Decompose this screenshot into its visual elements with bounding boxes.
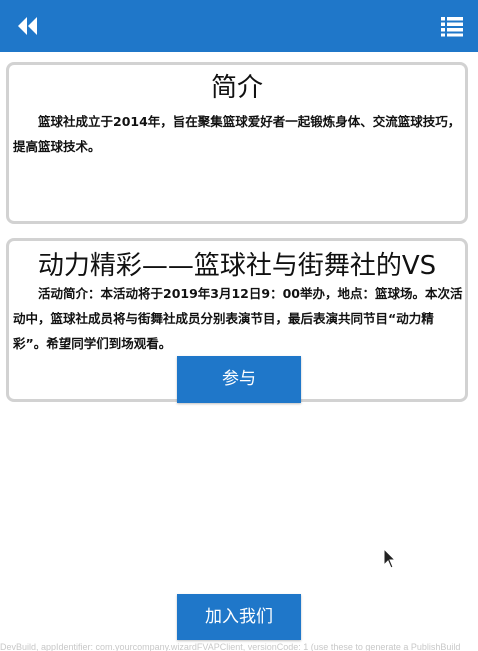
list-menu-icon (441, 17, 463, 37)
back-button[interactable] (14, 13, 42, 39)
build-info-text: DevBuild, appIdentifier: com.yourcompany… (0, 642, 461, 651)
event-description: 活动简介：本活动将于2019年3月12日9：00举办，地点：篮球场。本次活动中，… (13, 286, 463, 351)
double-chevron-left-icon (18, 17, 37, 35)
join-us-button[interactable]: 加入我们 (177, 594, 301, 640)
intro-text: 篮球社成立于2014年，旨在聚集篮球爱好者一起锻炼身体、交流篮球技巧，提高篮球技… (13, 114, 461, 154)
intro-title: 简介 (210, 73, 263, 103)
mouse-cursor-icon (383, 548, 397, 569)
menu-button[interactable] (438, 13, 466, 39)
top-app-bar (0, 0, 478, 52)
participate-button[interactable]: 参与 (177, 356, 301, 403)
event-title: 动力精彩——篮球社与街舞社的VS (37, 251, 437, 281)
intro-card: 简介 篮球社成立于2014年，旨在聚集篮球爱好者一起锻炼身体、交流篮球技巧，提高… (6, 62, 468, 224)
